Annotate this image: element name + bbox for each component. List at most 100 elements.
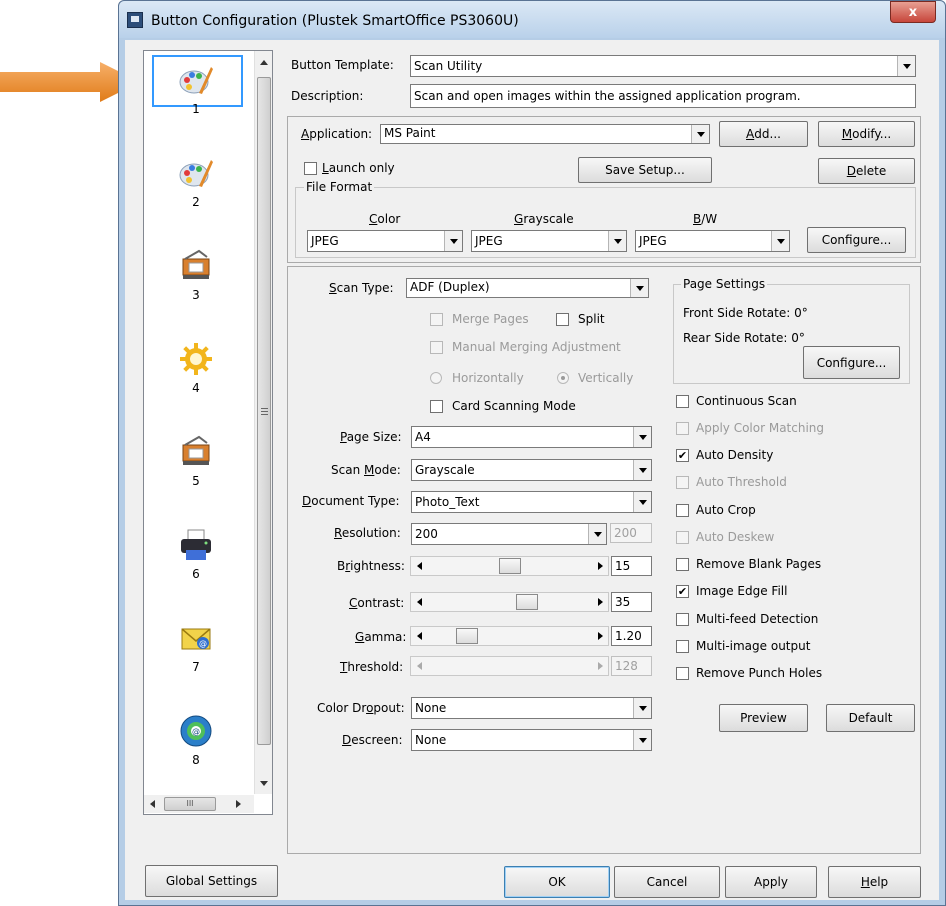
gamma-slider[interactable]	[410, 626, 609, 646]
threshold-value[interactable]: 128	[611, 656, 652, 676]
add-button[interactable]: Add...	[719, 121, 808, 147]
button-number: 3	[192, 288, 200, 302]
application-value: MS Paint	[384, 126, 436, 140]
resolution-select[interactable]: 200	[411, 523, 607, 545]
threshold-slider[interactable]	[410, 656, 609, 676]
horizontally-radio[interactable]	[430, 372, 442, 384]
image-edge-fill-checkbox[interactable]: ✔	[676, 585, 689, 598]
delete-button[interactable]: Delete	[818, 158, 915, 184]
button-number: 7	[192, 660, 200, 674]
remove-blank-pages-checkbox[interactable]	[676, 558, 689, 571]
gamma-thumb[interactable]	[455, 628, 478, 644]
color-dropout-select[interactable]: None	[411, 697, 652, 719]
vertically-label: Vertically	[578, 371, 634, 385]
card-mode-checkbox[interactable]	[430, 400, 443, 413]
button-item-7[interactable]: @ 7	[150, 620, 242, 674]
button-number: 2	[192, 195, 200, 209]
page-size-select[interactable]: A4	[411, 426, 652, 448]
preview-button[interactable]: Preview	[719, 704, 808, 732]
split-label: Split	[578, 312, 605, 326]
default-button[interactable]: Default	[826, 704, 915, 732]
gamma-value[interactable]: 1.20	[611, 626, 652, 646]
auto-crop-checkbox[interactable]	[676, 504, 689, 517]
description-field[interactable]: Scan and open images within the assigned…	[410, 84, 916, 108]
slider-right-icon[interactable]	[593, 594, 607, 610]
slider-right-icon[interactable]	[593, 658, 607, 674]
continuous-scan-checkbox[interactable]	[676, 395, 689, 408]
application-select[interactable]: MS Paint	[380, 124, 710, 144]
rear-side-rotate: Rear Side Rotate: 0°	[683, 331, 805, 345]
button-item-4[interactable]: 4	[150, 341, 242, 395]
scroll-up-icon[interactable]	[260, 60, 268, 65]
page-settings-configure-button[interactable]: Configure...	[803, 346, 900, 379]
split-checkbox[interactable]	[556, 313, 569, 326]
brightness-slider[interactable]	[410, 556, 609, 576]
global-settings-button[interactable]: Global Settings	[145, 865, 278, 897]
horizontal-scrollbar[interactable]: III	[144, 795, 254, 813]
grayscale-format-value: JPEG	[475, 234, 503, 248]
auto-deskew-checkbox[interactable]	[676, 531, 689, 544]
button-number: 8	[192, 753, 200, 767]
button-item-2[interactable]: 2	[150, 155, 242, 209]
scroll-down-icon[interactable]	[260, 781, 268, 786]
bw-format-select[interactable]: JPEG	[635, 230, 790, 252]
brightness-thumb[interactable]	[498, 558, 521, 574]
descreen-select[interactable]: None	[411, 729, 652, 751]
auto-density-checkbox[interactable]: ✔	[676, 449, 689, 462]
cancel-button[interactable]: Cancel	[614, 866, 720, 898]
grayscale-format-select[interactable]: JPEG	[471, 230, 627, 252]
merge-pages-checkbox[interactable]	[430, 313, 443, 326]
multi-feed-detection-checkbox[interactable]	[676, 613, 689, 626]
modify-button[interactable]: Modify...	[818, 121, 915, 147]
slider-left-icon[interactable]	[412, 628, 426, 644]
contrast-value[interactable]: 35	[611, 592, 652, 612]
contrast-slider[interactable]	[410, 592, 609, 612]
hscroll-thumb[interactable]: III	[164, 797, 216, 811]
chevron-down-icon	[444, 231, 462, 251]
ok-button[interactable]: OK	[504, 866, 610, 898]
button-item-6[interactable]: 6	[150, 527, 242, 581]
button-number: 1	[192, 102, 200, 116]
window-title: Button Configuration (Plustek SmartOffic…	[151, 13, 519, 29]
manual-merge-checkbox[interactable]	[430, 341, 443, 354]
button-item-1[interactable]: 1	[150, 62, 242, 116]
save-setup-button[interactable]: Save Setup...	[578, 157, 712, 183]
slider-right-icon[interactable]	[593, 558, 607, 574]
file-format-configure-button[interactable]: Configure...	[807, 227, 906, 253]
apply-button[interactable]: Apply	[725, 866, 817, 898]
scroll-thumb[interactable]	[257, 77, 271, 745]
apply-color-matching-label: Apply Color Matching	[696, 421, 825, 435]
slider-right-icon[interactable]	[593, 628, 607, 644]
scan-mode-select[interactable]: Grayscale	[411, 459, 652, 481]
document-type-label: Document Type:	[302, 494, 400, 508]
close-icon: x	[908, 4, 918, 20]
help-button[interactable]: Help	[828, 866, 921, 898]
color-format-select[interactable]: JPEG	[307, 230, 463, 252]
multi-image-output-checkbox[interactable]	[676, 640, 689, 653]
button-item-3[interactable]: 3	[150, 248, 242, 302]
resolution-custom-field[interactable]: 200	[610, 523, 652, 543]
chevron-down-icon	[633, 698, 651, 718]
launch-only-checkbox[interactable]	[304, 162, 317, 175]
slider-left-icon[interactable]	[412, 558, 426, 574]
button-item-5[interactable]: 5	[150, 434, 242, 488]
vertical-scrollbar[interactable]	[254, 51, 272, 794]
continuous-scan-label: Continuous Scan	[696, 394, 797, 408]
apply-color-matching-checkbox[interactable]	[676, 422, 689, 435]
remove-punch-holes-checkbox[interactable]	[676, 667, 689, 680]
vertically-radio[interactable]	[557, 372, 569, 384]
slider-left-icon[interactable]	[412, 594, 426, 610]
button-template-select[interactable]: Scan Utility	[410, 55, 916, 77]
auto-threshold-checkbox[interactable]	[676, 476, 689, 489]
document-type-select[interactable]: Photo_Text	[411, 491, 652, 513]
chevron-down-icon	[633, 730, 651, 750]
scroll-left-icon[interactable]	[150, 800, 155, 808]
close-button[interactable]: x	[890, 1, 936, 23]
brightness-value[interactable]: 15	[611, 556, 652, 576]
contrast-thumb[interactable]	[515, 594, 538, 610]
scroll-right-icon[interactable]	[236, 800, 241, 808]
button-item-8[interactable]: @ 8	[150, 713, 242, 767]
description-label: Description:	[291, 89, 364, 103]
slider-left-icon[interactable]	[412, 658, 426, 674]
scan-type-select[interactable]: ADF (Duplex)	[406, 278, 649, 298]
